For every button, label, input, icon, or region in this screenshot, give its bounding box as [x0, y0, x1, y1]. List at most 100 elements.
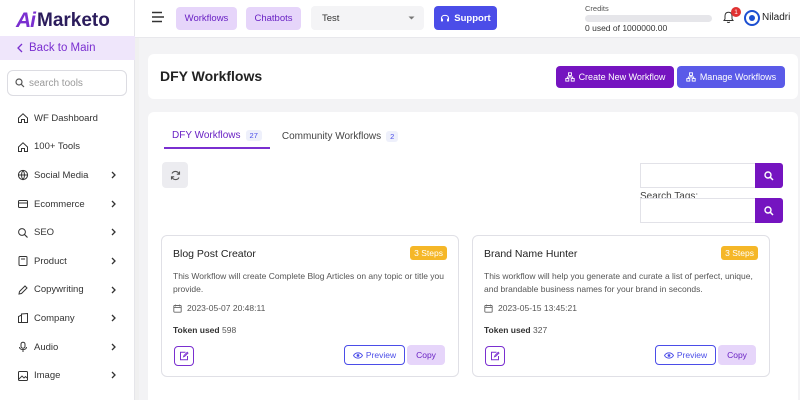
back-to-main-button[interactable]: Back to Main	[0, 36, 135, 60]
sidebar-item-label: WF Dashboard	[34, 112, 98, 124]
tab-label: Community Workflows	[281, 131, 382, 142]
edit-icon	[490, 351, 500, 361]
workflow-card: Blog Post Creator 3 Steps This Workflow …	[161, 235, 459, 377]
sidebar-item-label: Social Media	[34, 169, 89, 181]
refresh-icon	[170, 170, 181, 181]
tab-count-badge: 27	[245, 130, 262, 141]
tab-dfy-workflows[interactable]: DFY Workflows 27	[164, 124, 270, 149]
chevron-right-icon	[111, 171, 116, 179]
sidebar-item-social-media[interactable]: Social Media	[0, 161, 135, 190]
workspace-select-value: Test	[322, 12, 340, 24]
username[interactable]: Niladri	[762, 12, 790, 23]
search-icon	[764, 170, 774, 181]
steps-badge: 3 Steps	[410, 246, 447, 260]
image-icon	[17, 370, 29, 382]
refresh-button[interactable]	[162, 162, 188, 188]
caret-down-icon	[408, 16, 415, 20]
sidebar-scrollbar[interactable]	[135, 38, 139, 400]
chevron-right-icon	[111, 286, 116, 294]
tab-label: DFY Workflows	[172, 130, 241, 141]
sidebar-item-product[interactable]: Product	[0, 247, 135, 276]
edit-workflow-button[interactable]	[485, 346, 505, 366]
manage-workflows-label: Manage Workflows	[699, 72, 777, 82]
sidebar-item-ecommerce[interactable]: Ecommerce	[0, 190, 135, 219]
tab-community-workflows[interactable]: Community Workflows 2	[280, 124, 400, 149]
logo-ai-mark: Ai	[16, 9, 36, 32]
create-new-workflow-button[interactable]: Create New Workflow	[556, 66, 674, 88]
menu-icon[interactable]	[151, 11, 165, 23]
eye-icon	[663, 351, 677, 359]
edit-workflow-button[interactable]	[174, 346, 194, 366]
preview-label: Preview	[676, 350, 708, 360]
credits-progress-bar	[585, 15, 712, 22]
notification-badge: 1	[731, 7, 741, 17]
chevron-left-icon	[16, 43, 23, 53]
workspace-select[interactable]: Test	[311, 6, 424, 30]
search-tags-input[interactable]	[640, 198, 755, 223]
tab-count-badge: 2	[386, 131, 399, 142]
workflow-icon	[686, 72, 700, 82]
avatar[interactable]	[744, 10, 760, 26]
sidebar-item-100-tools[interactable]: 100+ Tools	[0, 133, 135, 162]
preview-button[interactable]: Preview	[344, 345, 405, 365]
token-used: Token used 327	[484, 325, 547, 335]
token-used-label: Token used	[484, 325, 531, 335]
sidebar-item-image[interactable]: Image	[0, 361, 135, 390]
create-new-workflow-label: Create New Workflow	[578, 72, 666, 82]
workflow-date: 2023-05-07 20:48:11	[173, 303, 265, 313]
headset-icon	[440, 13, 454, 23]
chevron-right-icon	[111, 343, 116, 351]
preview-button[interactable]: Preview	[655, 345, 716, 365]
sidebar: Ai Marketo Back to Main WF Dashboard 100…	[0, 0, 135, 400]
search-tools-field[interactable]	[7, 70, 127, 96]
back-to-main-label: Back to Main	[29, 42, 96, 54]
support-button[interactable]: Support	[434, 6, 497, 30]
manage-workflows-button[interactable]: Manage Workflows	[677, 66, 785, 88]
token-used-label: Token used	[173, 325, 220, 335]
workflow-description: This workflow will help you generate and…	[484, 271, 753, 294]
search-input[interactable]	[640, 163, 755, 188]
sidebar-item-seo[interactable]: SEO	[0, 218, 135, 247]
token-used-value: 598	[221, 325, 237, 335]
sidebar-item-label: Audio	[34, 341, 59, 353]
sidebar-item-wf-dashboard[interactable]: WF Dashboard	[0, 104, 135, 133]
workflow-date-value: 2023-05-07 20:48:11	[187, 303, 266, 313]
app-logo[interactable]: Ai Marketo	[16, 9, 110, 33]
chevron-right-icon	[111, 314, 116, 322]
copy-button[interactable]: Copy	[407, 345, 445, 365]
search-tools-input[interactable]	[29, 77, 119, 89]
copy-button[interactable]: Copy	[718, 345, 756, 365]
edit-icon	[179, 351, 189, 361]
search-button[interactable]	[755, 163, 783, 188]
search-tags-button[interactable]	[755, 198, 783, 223]
workflow-description: This Workflow will create Complete Blog …	[173, 271, 445, 294]
sidebar-item-label: SEO	[34, 227, 55, 239]
company-icon	[17, 312, 29, 324]
sidebar-nav: WF Dashboard 100+ Tools Social Media Eco…	[0, 104, 135, 390]
calendar-icon	[484, 304, 498, 313]
chevron-right-icon	[111, 257, 116, 265]
page-header: DFY Workflows Create New Workflow Manage…	[148, 54, 798, 99]
sidebar-item-audio[interactable]: Audio	[0, 333, 135, 362]
top-bar: Workflows Chatbots Test Support Credits …	[135, 0, 800, 38]
microphone-icon	[17, 341, 29, 353]
workflow-icon	[564, 72, 579, 82]
workflows-panel: DFY Workflows 27 Community Workflows 2 S…	[148, 112, 798, 400]
chatbots-button[interactable]: Chatbots	[246, 7, 301, 30]
chevron-right-icon	[111, 371, 116, 379]
search-icon	[764, 205, 774, 216]
workflow-card: Brand Name Hunter 3 Steps This workflow …	[472, 235, 770, 377]
home-icon	[17, 112, 29, 124]
sidebar-item-company[interactable]: Company	[0, 304, 135, 333]
workflow-date-value: 2023-05-15 13:45:21	[498, 303, 577, 313]
sidebar-item-copywriting[interactable]: Copywriting	[0, 276, 135, 305]
workflow-title: Blog Post Creator	[173, 248, 256, 260]
sidebar-item-label: Image	[34, 370, 61, 382]
credits-value: 0 used of 1000000.00	[585, 23, 668, 33]
globe-icon	[17, 169, 29, 181]
credits-label: Credits	[585, 4, 609, 13]
workflow-tabs: DFY Workflows 27 Community Workflows 2	[164, 124, 400, 149]
workflows-button[interactable]: Workflows	[176, 7, 237, 30]
page-title: DFY Workflows	[160, 68, 263, 84]
workflow-date: 2023-05-15 13:45:21	[484, 303, 577, 313]
